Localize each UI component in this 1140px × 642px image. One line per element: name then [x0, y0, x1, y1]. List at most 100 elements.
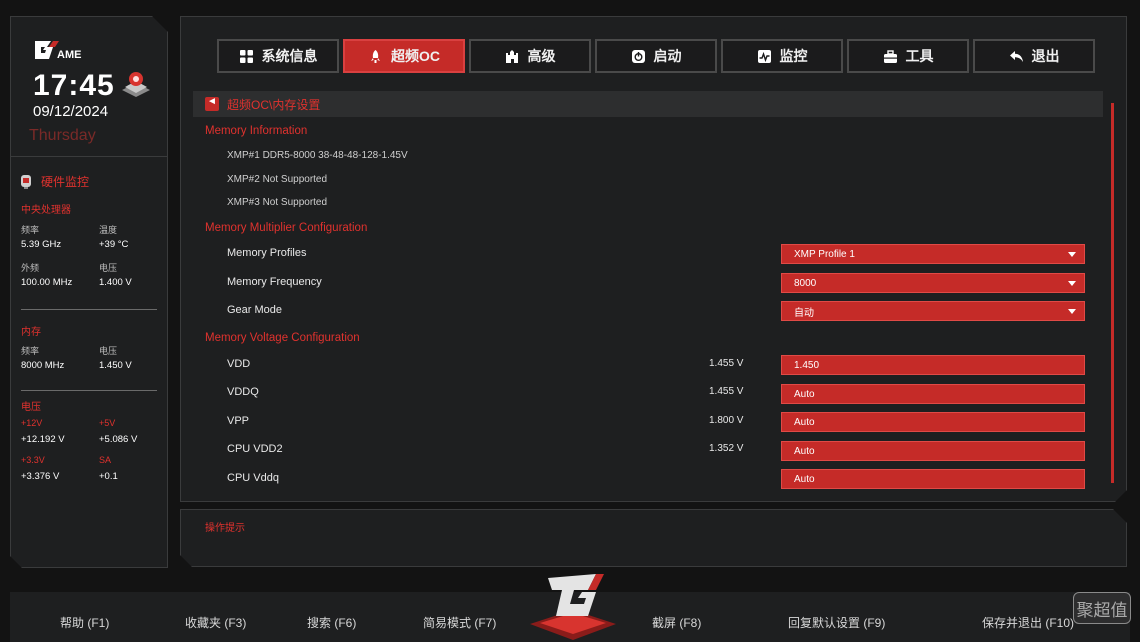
tab-exit[interactable]: 退出 — [973, 39, 1095, 73]
monitor-icon — [19, 174, 33, 190]
chevron-down-icon — [1068, 309, 1076, 314]
tab-boot[interactable]: 启动 — [595, 39, 717, 73]
grid-icon — [239, 49, 254, 64]
vdd-current: 1.455 V — [709, 358, 744, 369]
cpu-bclk-label: 外频 — [21, 263, 40, 273]
watermark-text: 聚超值 — [1076, 600, 1128, 620]
memory-frequency-label: Memory Frequency — [227, 276, 322, 288]
tab-label: 超频OC — [391, 48, 440, 64]
castle-icon — [505, 49, 520, 64]
cpu-section-title: 中央处理器 — [21, 205, 71, 216]
voltage-config-title: Memory Voltage Configuration — [205, 332, 360, 344]
tab-label: 监控 — [779, 48, 808, 64]
screenshot-button[interactable]: 截屏 (F8) — [652, 614, 701, 631]
svg-text:AME: AME — [57, 49, 81, 61]
return-icon — [1009, 49, 1024, 64]
v33-value: +3.376 V — [21, 471, 60, 482]
sa-value: +0.1 — [99, 471, 118, 482]
xmp3-info: XMP#3 Not Supported — [227, 197, 328, 208]
clock-section: AME 17:45 09/12/2024 Thursday — [11, 17, 167, 157]
memory-profiles-label: Memory Profiles — [227, 247, 307, 259]
tab-label: 工具 — [905, 48, 934, 64]
tab-tools[interactable]: 工具 — [847, 39, 969, 73]
gear-mode-select[interactable]: 自动 — [781, 301, 1085, 321]
memory-frequency-select[interactable]: 8000 — [781, 273, 1085, 293]
power-icon — [631, 49, 646, 64]
search-button[interactable]: 搜索 (F6) — [307, 614, 356, 631]
gear-mode-label: Gear Mode — [227, 304, 283, 316]
breadcrumb: 超频OC\内存设置 — [193, 91, 1103, 117]
tab-label: 高级 — [527, 48, 556, 64]
memory-frequency-value: 8000 — [794, 277, 817, 289]
xmp1-info: XMP#1 DDR5-8000 38-48-48-128-1.45V — [227, 150, 408, 161]
tab-label: 退出 — [1031, 48, 1060, 64]
mascot-icon — [119, 69, 153, 103]
back-icon[interactable] — [205, 97, 219, 111]
scrollbar[interactable] — [1111, 103, 1114, 483]
vdd-input[interactable]: 1.450 — [781, 355, 1085, 375]
vddq-current: 1.455 V — [709, 386, 744, 397]
memory-profiles-select[interactable]: XMP Profile 1 — [781, 244, 1085, 264]
cpu-temp-value: +39 °C — [99, 239, 129, 250]
sa-label: SA — [99, 455, 112, 465]
watermark: 聚超值 — [1073, 592, 1131, 624]
cpu-vdd2-current: 1.352 V — [709, 443, 744, 454]
divider — [21, 390, 157, 391]
vdd-label: VDD — [227, 358, 251, 370]
cpu-vdd2-input[interactable]: Auto — [781, 441, 1085, 461]
chevron-down-icon — [1068, 281, 1076, 286]
cpu-vdd2-label: CPU VDD2 — [227, 443, 283, 455]
v12-value: +12.192 V — [21, 434, 65, 445]
vpp-label: VPP — [227, 415, 250, 427]
gear-mode-value: 自动 — [794, 307, 814, 319]
help-panel: 操作提示 — [180, 509, 1127, 567]
load-defaults-button[interactable]: 回复默认设置 (F9) — [788, 614, 885, 631]
clock-date: 09/12/2024 — [33, 103, 109, 120]
v5-label: +5V — [99, 418, 116, 428]
cpu-vdd2-value: Auto — [794, 445, 815, 457]
tab-system-info[interactable]: 系统信息 — [217, 39, 339, 73]
help-title: 操作提示 — [205, 523, 245, 534]
cpu-freq-label: 频率 — [21, 225, 40, 235]
igame-emblem-icon — [530, 574, 616, 640]
breadcrumb-text: 超频OC\内存设置 — [227, 97, 321, 112]
tab-advanced[interactable]: 高级 — [469, 39, 591, 73]
mem-volt-label: 电压 — [99, 346, 118, 356]
tab-overclock[interactable]: 超频OC — [343, 39, 465, 73]
settings-panel: 系统信息 超频OC 高级 启动 监控 工具 退出 超频OC\内存设置 — [180, 16, 1127, 502]
hardware-sidebar: AME 17:45 09/12/2024 Thursday 硬件监控 中央处理器… — [10, 16, 168, 568]
v5-value: +5.086 V — [99, 434, 138, 445]
mem-freq-value: 8000 MHz — [21, 360, 65, 371]
multiplier-title: Memory Multiplier Configuration — [205, 222, 368, 234]
favorites-button[interactable]: 收藏夹 (F3) — [185, 614, 246, 631]
save-exit-button[interactable]: 保存并退出 (F10) — [982, 614, 1074, 631]
voltage-section-title: 电压 — [21, 402, 41, 413]
cpu-temp-label: 温度 — [99, 225, 118, 235]
mem-volt-value: 1.450 V — [99, 360, 132, 371]
cpu-bclk-value: 100.00 MHz — [21, 277, 73, 288]
cpu-vddq-value: Auto — [794, 473, 815, 485]
clock-time: 17:45 — [33, 69, 115, 102]
memory-section-title: 内存 — [21, 327, 41, 338]
cpu-volt-value: 1.400 V — [99, 277, 132, 288]
chevron-down-icon — [1068, 252, 1076, 257]
tab-monitor[interactable]: 监控 — [721, 39, 843, 73]
tab-label: 系统信息 — [261, 48, 318, 64]
cpu-vddq-label: CPU Vddq — [227, 472, 279, 484]
xmp2-info: XMP#2 Not Supported — [227, 174, 328, 185]
chart-icon — [757, 49, 772, 64]
cpu-freq-value: 5.39 GHz — [21, 239, 62, 250]
cpu-vddq-input[interactable]: Auto — [781, 469, 1085, 489]
divider — [21, 309, 157, 310]
easy-mode-button[interactable]: 简易模式 (F7) — [423, 614, 496, 631]
memory-info-title: Memory Information — [205, 125, 308, 137]
v12-label: +12V — [21, 418, 43, 428]
main-tabs: 系统信息 超频OC 高级 启动 监控 工具 退出 — [217, 39, 1095, 73]
mem-freq-label: 频率 — [21, 346, 40, 356]
vpp-value: Auto — [794, 416, 815, 428]
vddq-value: Auto — [794, 388, 815, 400]
vddq-input[interactable]: Auto — [781, 384, 1085, 404]
help-button[interactable]: 帮助 (F1) — [60, 614, 109, 631]
vpp-input[interactable]: Auto — [781, 412, 1085, 432]
vddq-label: VDDQ — [227, 386, 259, 398]
